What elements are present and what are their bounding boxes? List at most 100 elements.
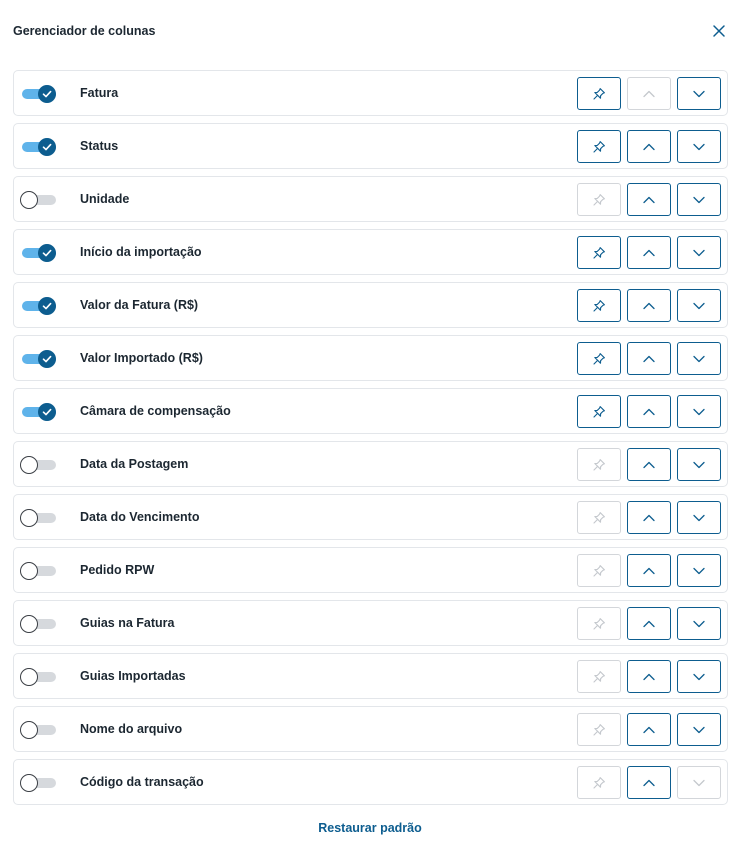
move-up-button[interactable] xyxy=(627,766,671,799)
column-visibility-toggle[interactable] xyxy=(20,666,58,688)
chevron-down-icon xyxy=(693,779,705,786)
column-visibility-toggle[interactable] xyxy=(20,613,58,635)
chevron-down-icon xyxy=(693,196,705,203)
dialog-title: Gerenciador de colunas xyxy=(13,24,156,38)
pin-button[interactable] xyxy=(577,554,621,587)
check-icon xyxy=(42,408,52,416)
column-row: Fatura xyxy=(13,70,728,116)
column-label: Pedido RPW xyxy=(80,563,155,577)
move-up-button[interactable] xyxy=(627,77,671,110)
column-visibility-toggle[interactable] xyxy=(20,242,58,264)
close-icon xyxy=(713,25,725,37)
toggle-knob xyxy=(20,774,38,792)
move-down-button[interactable] xyxy=(677,342,721,375)
move-down-button[interactable] xyxy=(677,554,721,587)
move-up-button[interactable] xyxy=(627,554,671,587)
pin-button[interactable] xyxy=(577,289,621,322)
pin-icon xyxy=(593,352,605,365)
move-down-button[interactable] xyxy=(677,660,721,693)
toggle-knob xyxy=(38,244,56,262)
column-row: Guias na Fatura xyxy=(13,600,728,646)
chevron-up-icon xyxy=(643,620,655,627)
column-visibility-toggle[interactable] xyxy=(20,348,58,370)
move-down-button[interactable] xyxy=(677,501,721,534)
dialog-header: Gerenciador de colunas xyxy=(13,22,728,42)
column-visibility-toggle[interactable] xyxy=(20,507,58,529)
chevron-down-icon xyxy=(693,90,705,97)
chevron-up-icon xyxy=(643,779,655,786)
pin-button[interactable] xyxy=(577,130,621,163)
check-icon xyxy=(42,143,52,151)
check-icon xyxy=(42,355,52,363)
move-up-button[interactable] xyxy=(627,607,671,640)
pin-button[interactable] xyxy=(577,607,621,640)
toggle-knob xyxy=(38,403,56,421)
column-visibility-toggle[interactable] xyxy=(20,560,58,582)
chevron-up-icon xyxy=(643,143,655,150)
pin-button[interactable] xyxy=(577,713,621,746)
chevron-up-icon xyxy=(643,90,655,97)
move-up-button[interactable] xyxy=(627,289,671,322)
move-down-button[interactable] xyxy=(677,607,721,640)
column-visibility-toggle[interactable] xyxy=(20,454,58,476)
chevron-down-icon xyxy=(693,673,705,680)
move-up-button[interactable] xyxy=(627,448,671,481)
move-up-button[interactable] xyxy=(627,713,671,746)
pin-icon xyxy=(593,140,605,153)
pin-button[interactable] xyxy=(577,236,621,269)
pin-button[interactable] xyxy=(577,342,621,375)
column-visibility-toggle[interactable] xyxy=(20,401,58,423)
pin-button[interactable] xyxy=(577,660,621,693)
move-down-button[interactable] xyxy=(677,183,721,216)
column-visibility-toggle[interactable] xyxy=(20,83,58,105)
column-label: Código da transação xyxy=(80,775,204,789)
move-down-button[interactable] xyxy=(677,289,721,322)
chevron-up-icon xyxy=(643,673,655,680)
chevron-up-icon xyxy=(643,249,655,256)
toggle-knob xyxy=(20,615,38,633)
move-up-button[interactable] xyxy=(627,183,671,216)
close-button[interactable] xyxy=(710,22,728,40)
chevron-down-icon xyxy=(693,726,705,733)
chevron-up-icon xyxy=(643,514,655,521)
pin-button[interactable] xyxy=(577,501,621,534)
column-visibility-toggle[interactable] xyxy=(20,189,58,211)
move-down-button[interactable] xyxy=(677,130,721,163)
pin-button[interactable] xyxy=(577,766,621,799)
move-up-button[interactable] xyxy=(627,501,671,534)
pin-button[interactable] xyxy=(577,183,621,216)
check-icon xyxy=(42,249,52,257)
pin-button[interactable] xyxy=(577,448,621,481)
move-up-button[interactable] xyxy=(627,395,671,428)
column-visibility-toggle[interactable] xyxy=(20,719,58,741)
move-up-button[interactable] xyxy=(627,236,671,269)
column-visibility-toggle[interactable] xyxy=(20,772,58,794)
pin-button[interactable] xyxy=(577,395,621,428)
column-row: Valor Importado (R$) xyxy=(13,335,728,381)
chevron-down-icon xyxy=(693,514,705,521)
pin-icon xyxy=(593,617,605,630)
column-label: Data da Postagem xyxy=(80,457,189,471)
move-up-button[interactable] xyxy=(627,660,671,693)
move-up-button[interactable] xyxy=(627,130,671,163)
pin-button[interactable] xyxy=(577,77,621,110)
move-down-button[interactable] xyxy=(677,395,721,428)
restore-default-button[interactable]: Restaurar padrão xyxy=(0,821,740,835)
move-down-button[interactable] xyxy=(677,448,721,481)
move-down-button[interactable] xyxy=(677,713,721,746)
chevron-down-icon xyxy=(693,302,705,309)
column-visibility-toggle[interactable] xyxy=(20,136,58,158)
pin-icon xyxy=(593,299,605,312)
move-down-button[interactable] xyxy=(677,766,721,799)
pin-icon xyxy=(593,405,605,418)
move-down-button[interactable] xyxy=(677,77,721,110)
move-down-button[interactable] xyxy=(677,236,721,269)
column-visibility-toggle[interactable] xyxy=(20,295,58,317)
column-label: Guias na Fatura xyxy=(80,616,175,630)
pin-icon xyxy=(593,776,605,789)
move-up-button[interactable] xyxy=(627,342,671,375)
pin-icon xyxy=(593,564,605,577)
column-label: Fatura xyxy=(80,86,119,100)
column-list: Fatura Status Unidade Início da importação V… xyxy=(13,70,728,812)
chevron-down-icon xyxy=(693,567,705,574)
